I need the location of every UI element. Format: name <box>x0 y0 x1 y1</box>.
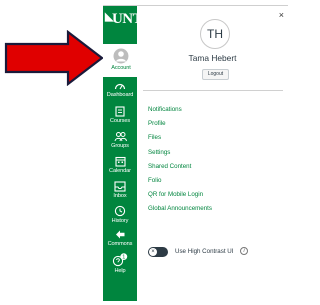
high-contrast-label: Use High Contrast UI <box>175 248 234 255</box>
unt-logo[interactable]: ◣UNT <box>105 10 143 28</box>
link-global-announcements[interactable]: Global Announcements <box>148 205 283 219</box>
link-notifications[interactable]: Notifications <box>148 106 283 120</box>
info-icon[interactable]: i <box>240 247 248 255</box>
nav-label: Groups <box>111 143 129 149</box>
link-settings[interactable]: Settings <box>148 149 283 163</box>
nav-item-help[interactable]: 1 Help <box>103 253 137 275</box>
nav-label: Dashboard <box>106 92 134 98</box>
high-contrast-row: × Use High Contrast UI i <box>148 246 278 258</box>
nav-item-commons[interactable]: Commons <box>103 229 137 248</box>
nav-label: Account <box>111 65 131 71</box>
calendar-icon <box>114 156 126 167</box>
close-icon[interactable]: × <box>279 11 284 20</box>
link-files[interactable]: Files <box>148 134 283 148</box>
nav-label: Commons <box>107 241 133 247</box>
dashboard-icon <box>114 83 126 90</box>
nav-item-account[interactable]: Account <box>103 44 137 77</box>
account-links: Notifications Profile Files Settings Sha… <box>148 106 283 220</box>
nav-label: Inbox <box>113 193 127 199</box>
help-badge-count: 1 <box>122 255 125 261</box>
toggle-off-knob-icon: × <box>149 248 157 256</box>
link-folio[interactable]: Folio <box>148 177 283 191</box>
link-qr-mobile-login[interactable]: QR for Mobile Login <box>148 191 283 205</box>
annotation-arrow <box>4 30 104 86</box>
nav-label: Courses <box>109 118 131 124</box>
nav-item-history[interactable]: History <box>103 205 137 225</box>
user-name: Tama Hebert <box>188 53 237 63</box>
account-tray: × TH Tama Hebert Logout Notifications Pr… <box>137 6 288 301</box>
nav-item-courses[interactable]: Courses <box>103 106 137 125</box>
high-contrast-toggle[interactable]: × <box>148 247 168 257</box>
nav-item-dashboard[interactable]: Dashboard <box>103 81 137 99</box>
canvas-window: ◣UNT Account Dashboard Courses Groups Ca… <box>103 5 288 301</box>
nav-item-groups[interactable]: Groups <box>103 131 137 150</box>
user-avatar: TH <box>200 19 230 49</box>
commons-icon <box>116 230 125 239</box>
nav-label: History <box>111 218 129 224</box>
logout-button[interactable]: Logout <box>202 69 229 80</box>
annotated-screenshot: ◣UNT Account Dashboard Courses Groups Ca… <box>0 0 289 305</box>
courses-icon <box>115 106 125 117</box>
nav-item-calendar[interactable]: Calendar <box>103 156 137 175</box>
nav-label: Calendar <box>109 168 131 174</box>
history-icon <box>114 205 126 217</box>
account-avatar-icon <box>113 48 129 64</box>
divider <box>143 90 283 91</box>
global-navigation: ◣UNT Account Dashboard Courses Groups Ca… <box>103 6 143 301</box>
help-icon: 1 <box>112 253 128 267</box>
groups-icon <box>114 132 127 142</box>
nav-item-inbox[interactable]: Inbox <box>103 181 137 200</box>
link-profile[interactable]: Profile <box>148 120 283 134</box>
inbox-icon <box>114 181 126 192</box>
nav-label: Help <box>114 268 126 274</box>
link-shared-content[interactable]: Shared Content <box>148 163 283 177</box>
